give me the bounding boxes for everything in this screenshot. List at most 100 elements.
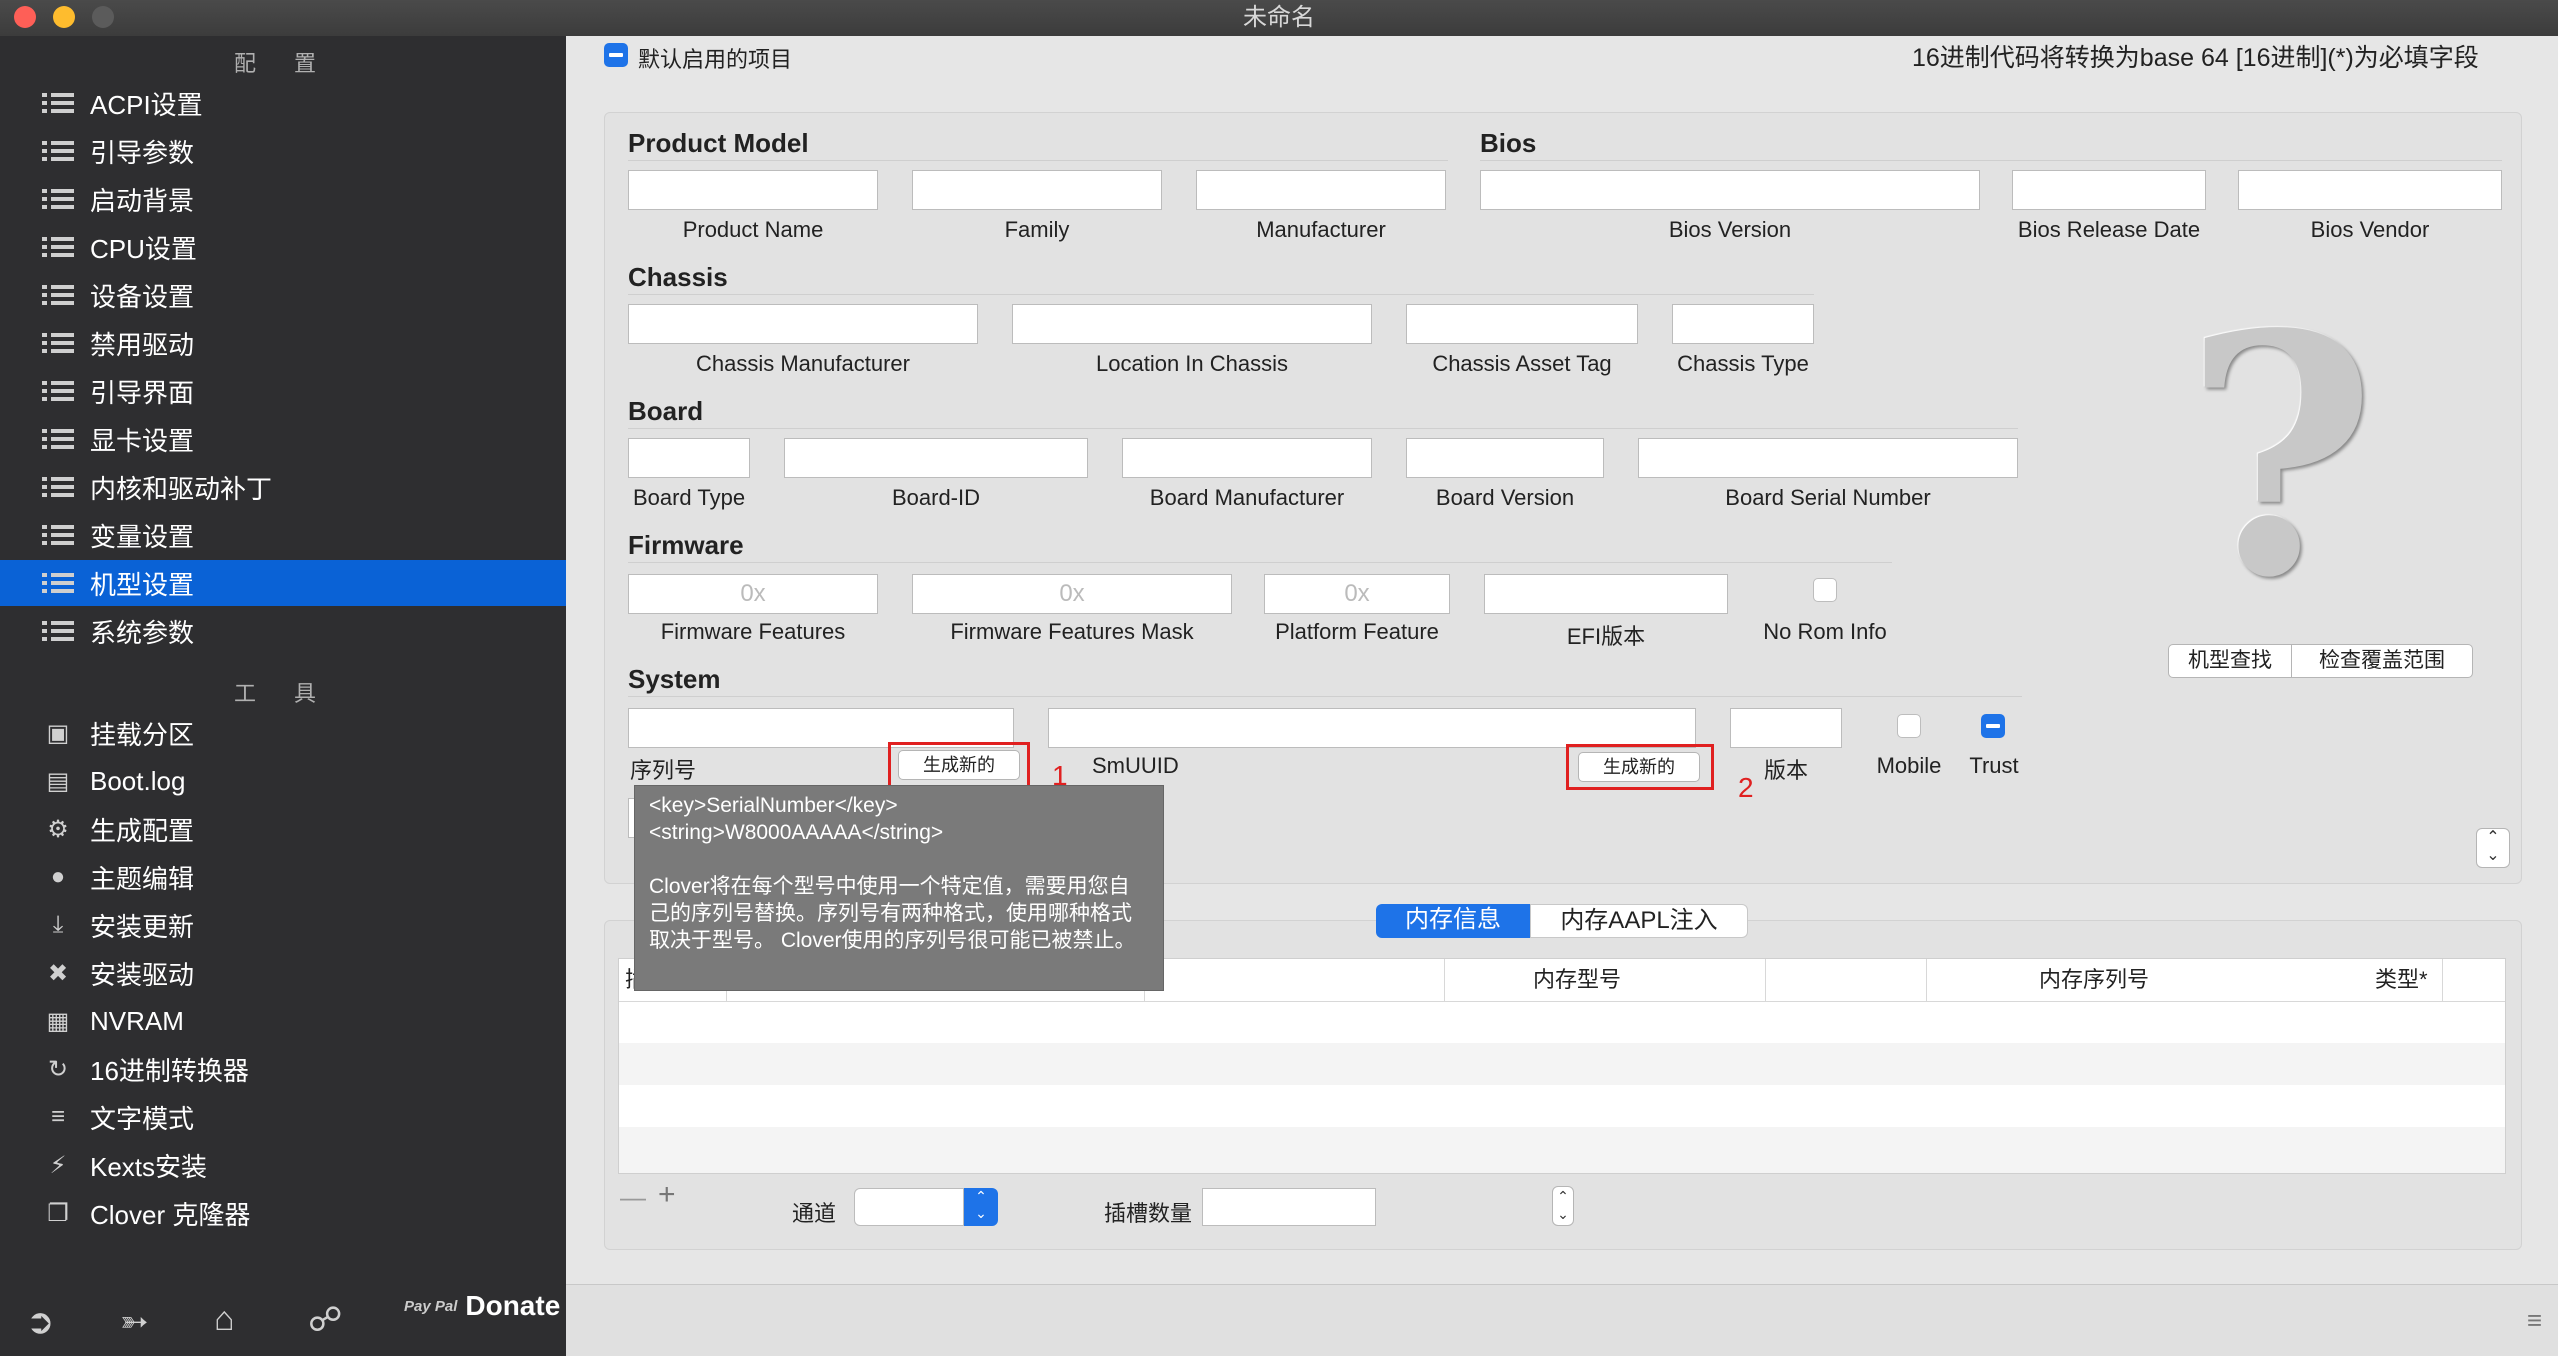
trust-checkbox[interactable] (1981, 714, 2005, 738)
sidebar-item-devices[interactable]: 设备设置 (0, 272, 566, 318)
bios-version-input[interactable] (1480, 170, 1980, 210)
efi-version-input[interactable] (1484, 574, 1728, 614)
text-lines-icon: ≡ (50, 1103, 65, 1130)
channel-select[interactable] (854, 1188, 964, 1226)
check-coverage-button[interactable]: 检查覆盖范围 (2291, 644, 2473, 678)
sidebar-item-smbios[interactable]: 机型设置 (0, 560, 566, 606)
firmware-features-mask-input[interactable]: 0x (912, 574, 1232, 614)
model-popup-button[interactable]: ⌃ ⌄ (2476, 828, 2510, 868)
table-row[interactable] (619, 1043, 2505, 1085)
annotation-number-2: 2 (1738, 772, 1754, 803)
sidebar-item-nvram[interactable]: ▦ NVRAM (0, 998, 566, 1044)
sidebar-item-rt-variables[interactable]: 变量设置 (0, 512, 566, 558)
sidebar-item-graphics[interactable]: 显卡设置 (0, 416, 566, 462)
platform-feature-label: Platform Feature (1275, 619, 1439, 644)
menu-lines-icon[interactable]: ≡ (2527, 1305, 2542, 1336)
chassis-asset-tag-input[interactable] (1406, 304, 1638, 344)
chevron-updown-icon[interactable]: ⌃ ⌄ (964, 1188, 998, 1226)
list-icon (40, 88, 76, 118)
sidebar-item-boot-args[interactable]: 引导参数 (0, 128, 566, 174)
sidebar-item-install-update[interactable]: ⤓ 安装更新 (0, 902, 566, 948)
sidebar-item-gui[interactable]: 引导界面 (0, 368, 566, 414)
sidebar-item-kexts-install[interactable]: ⚡ Kexts安装 (0, 1142, 566, 1188)
tooltip-line-2: <string>W8000AAAAA</string> (649, 821, 944, 844)
donate-button[interactable]: Pay Pal Donate (404, 1290, 560, 1322)
generate-smuuid-button[interactable]: 生成新的 (1578, 752, 1700, 782)
board-type-input[interactable] (628, 438, 750, 478)
sidebar-item-label: 设备设置 (90, 281, 195, 312)
tab-memory-aapl-inject[interactable]: 内存AAPL注入 (1530, 904, 1748, 938)
remove-row-button[interactable]: — (620, 1182, 646, 1213)
slot-count-input[interactable] (1202, 1188, 1376, 1226)
sidebar-item-hex-converter[interactable]: ↻ 16进制转换器 (0, 1046, 566, 1092)
location-in-chassis-input[interactable] (1012, 304, 1372, 344)
import-icon[interactable]: ➲ (26, 1302, 55, 1342)
sidebar-item-label: 变量设置 (90, 521, 195, 552)
chassis-type-input[interactable] (1672, 304, 1814, 344)
minimize-window-button[interactable] (53, 6, 75, 28)
sidebar-item-install-drivers[interactable]: ✖ 安装驱动 (0, 950, 566, 996)
board-serial-number-input[interactable] (1638, 438, 2018, 478)
sidebar-item-label: 安装驱动 (90, 959, 195, 990)
sidebar-item-cpu[interactable]: CPU设置 (0, 224, 566, 270)
table-row[interactable] (619, 1001, 2505, 1043)
sidebar-item-kernel-patches[interactable]: 内核和驱动补丁 (0, 464, 566, 510)
version-input[interactable] (1730, 708, 1842, 748)
board-id-label: Board-ID (891, 485, 981, 510)
mobile-checkbox[interactable] (1897, 714, 1921, 738)
sidebar-item-generate-config[interactable]: ⚙ 生成配置 (0, 806, 566, 852)
table-row[interactable] (619, 1085, 2505, 1127)
column-header-model[interactable]: 内存型号 (1527, 959, 1927, 1001)
sidebar-item-label: 16进制转换器 (90, 1055, 249, 1086)
list-icon (40, 136, 76, 166)
sidebar-item-mount-partition[interactable]: ▣ 挂载分区 (0, 710, 566, 756)
sidebar-item-boot-log[interactable]: ▤ Boot.log (0, 758, 566, 804)
zoom-window-button[interactable] (92, 6, 114, 28)
sidebar-item-text-mode[interactable]: ≡ 文字模式 (0, 1094, 566, 1140)
chassis-manufacturer-label: Chassis Manufacturer (696, 351, 910, 376)
divider (628, 294, 1814, 295)
product-name-input[interactable] (628, 170, 878, 210)
smuuid-label: SmUUID (1092, 753, 1179, 778)
serial-number-label: 序列号 (630, 758, 697, 783)
board-version-input[interactable] (1406, 438, 1604, 478)
family-input[interactable] (912, 170, 1162, 210)
board-id-input[interactable] (784, 438, 1088, 478)
column-header-type[interactable]: 类型* (2369, 959, 2505, 1001)
share-icon[interactable]: ☍ (308, 1300, 342, 1340)
close-window-button[interactable] (14, 6, 36, 28)
sidebar-item-clover-cloner[interactable]: ❐ Clover 克隆器 (0, 1190, 566, 1236)
firmware-features-input[interactable]: 0x (628, 574, 878, 614)
location-in-chassis-label: Location In Chassis (1096, 351, 1288, 376)
add-row-button[interactable]: + (658, 1178, 676, 1212)
home-icon[interactable]: ⌂ (214, 1300, 235, 1339)
generate-serial-button[interactable]: 生成新的 (898, 750, 1020, 780)
export-icon[interactable]: ➳ (120, 1302, 149, 1342)
table-row[interactable] (619, 1127, 2505, 1173)
default-enabled-checkbox[interactable] (604, 43, 628, 67)
sidebar-item-label: 主题编辑 (90, 863, 195, 894)
list-icon (40, 568, 76, 598)
sidebar-item-system-parameters[interactable]: 系统参数 (0, 608, 566, 654)
sidebar-item-theme-editor[interactable]: ● 主题编辑 (0, 854, 566, 900)
sidebar-item-label: Boot.log (90, 765, 186, 796)
sidebar-item-disable-drivers[interactable]: 禁用驱动 (0, 320, 566, 366)
sidebar-item-label: 安装更新 (90, 911, 195, 942)
board-manufacturer-input[interactable] (1122, 438, 1372, 478)
no-rom-info-checkbox[interactable] (1813, 578, 1837, 602)
platform-feature-input[interactable]: 0x (1264, 574, 1450, 614)
model-lookup-button[interactable]: 机型查找 (2168, 644, 2292, 678)
sidebar-item-label: 显卡设置 (90, 425, 195, 456)
manufacturer-input[interactable] (1196, 170, 1446, 210)
donate-label: Donate (465, 1290, 561, 1321)
sidebar-item-label: ACPI设置 (90, 89, 203, 120)
bios-vendor-input[interactable] (2238, 170, 2502, 210)
slot-count-stepper[interactable]: ⌃ ⌄ (1552, 1186, 1574, 1226)
bios-release-date-input[interactable] (2012, 170, 2206, 210)
smuuid-input[interactable] (1048, 708, 1696, 748)
chassis-manufacturer-input[interactable] (628, 304, 978, 344)
unknown-model-question-icon: ? (2183, 262, 2377, 650)
sidebar-item-acpi[interactable]: ACPI设置 (0, 80, 566, 126)
sidebar-item-boot-graphics[interactable]: 启动背景 (0, 176, 566, 222)
tab-memory-info[interactable]: 内存信息 (1376, 904, 1530, 938)
